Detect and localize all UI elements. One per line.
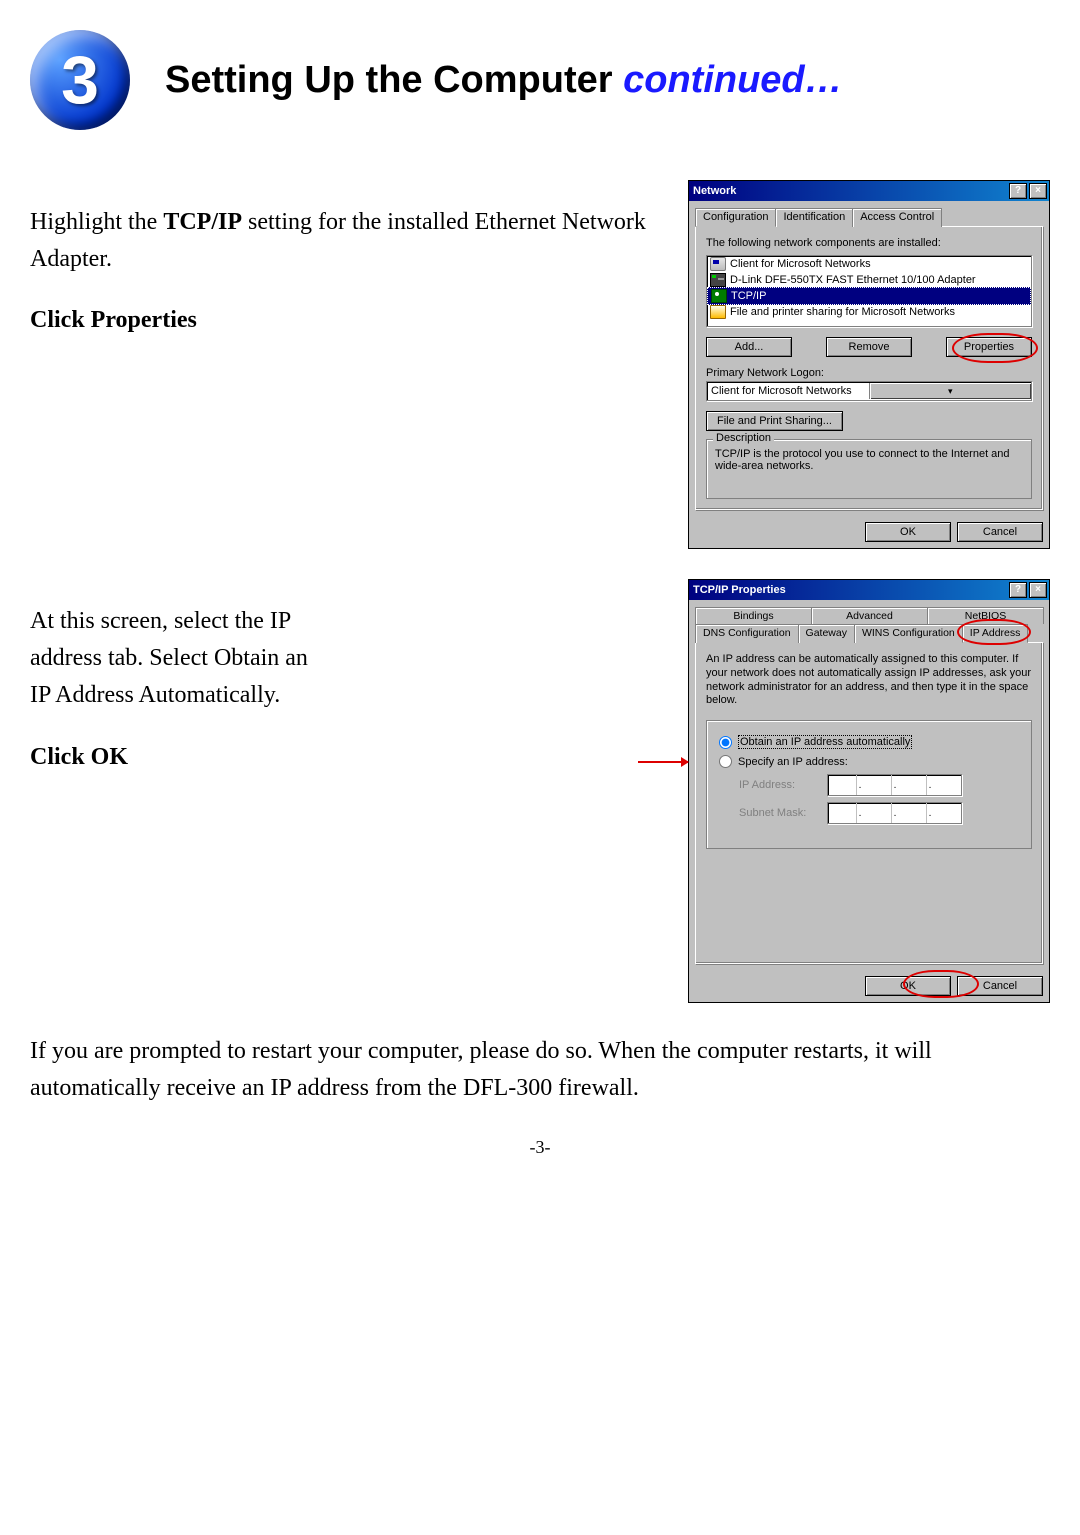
subnet-mask-field[interactable]: ... [827,802,962,824]
logon-label: Primary Network Logon: [706,367,1032,379]
radio-specify-input[interactable] [719,755,732,768]
network-titlebar: Network ? × [689,181,1049,201]
network-tabs: Configuration Identification Access Cont… [689,201,1049,226]
description-group: Description TCP/IP is the protocol you u… [706,439,1032,499]
file-print-sharing-button[interactable]: File and Print Sharing... [706,411,843,431]
instruction-text-1: Highlight the TCP/IP setting for the ins… [30,204,668,278]
red-arrow-annotation [638,761,688,763]
list-item[interactable]: Client for Microsoft Networks [707,256,1031,272]
components-label: The following network components are ins… [706,237,1032,249]
tcpip-title: TCP/IP Properties [693,584,1007,596]
components-listbox[interactable]: Client for Microsoft Networks D-Link DFE… [706,255,1032,327]
radio-auto-label: Obtain an IP address automatically [738,735,912,749]
tab-identification[interactable]: Identification [775,208,853,227]
network-title: Network [693,185,1007,197]
step-number: 3 [61,41,99,119]
component-buttons: Add... Remove Properties [706,337,1032,357]
tab-ip-address[interactable]: IP Address [962,624,1029,643]
tcpip-dialog: TCP/IP Properties ? × Bindings Advanced … [688,579,1050,1003]
tcpip-titlebar: TCP/IP Properties ? × [689,580,1049,600]
instruction-action-1: Click Properties [30,302,668,339]
cancel-button[interactable]: Cancel [957,522,1043,542]
network-dialog: Network ? × Configuration Identification… [688,180,1050,549]
instructions-2: At this screen, select the IP address ta… [30,579,688,800]
tcpip-tabs-row1: Bindings Advanced NetBIOS [689,600,1049,623]
tab-netbios[interactable]: NetBIOS [927,607,1044,624]
screenshot-1: Network ? × Configuration Identification… [688,180,1050,549]
chevron-down-icon[interactable] [869,383,1032,399]
client-icon [710,257,726,271]
subnet-mask-label: Subnet Mask: [739,807,817,819]
ip-choice-group: Obtain an IP address automatically Speci… [706,720,1032,849]
tab-configuration[interactable]: Configuration [695,208,776,227]
tcpip-dialog-buttons: OK Cancel [689,970,1049,1002]
close-icon[interactable]: × [1029,183,1047,199]
subnet-mask-row: Subnet Mask: ... [739,802,1019,824]
instructions-1: Highlight the TCP/IP setting for the ins… [30,180,688,364]
footer-text: If you are prompted to restart your comp… [30,1033,1050,1107]
ip-address-field[interactable]: ... [827,774,962,796]
ip-description: An IP address can be automatically assig… [706,653,1032,708]
tcpip-tabpage: An IP address can be automatically assig… [695,642,1043,964]
radio-auto-input[interactable] [719,736,732,749]
list-item[interactable]: File and printer sharing for Microsoft N… [707,304,1031,320]
section-1: Highlight the TCP/IP setting for the ins… [30,180,1050,549]
logon-combo[interactable]: Client for Microsoft Networks [706,381,1032,401]
instruction-action-2: Click OK [30,739,668,776]
radio-obtain-auto[interactable]: Obtain an IP address automatically [719,735,1019,749]
step-number-badge: 3 [30,30,130,130]
network-tabpage: The following network components are ins… [695,226,1043,510]
tcpip-tabs-row2: DNS Configuration Gateway WINS Configura… [689,623,1049,642]
ok-button[interactable]: OK [865,976,951,996]
remove-button[interactable]: Remove [826,337,912,357]
page-header: 3 Setting Up the Computer continued… [30,30,1050,130]
protocol-icon [711,289,727,303]
network-dialog-buttons: OK Cancel [689,516,1049,548]
tab-access-control[interactable]: Access Control [852,208,942,227]
close-icon[interactable]: × [1029,582,1047,598]
tab-bindings[interactable]: Bindings [695,607,812,624]
instruction-text-2: At this screen, select the IP address ta… [30,603,310,715]
radio-specify-label: Specify an IP address: [738,756,848,768]
share-icon [710,305,726,319]
list-item[interactable]: D-Link DFE-550TX FAST Ethernet 10/100 Ad… [707,272,1031,288]
tab-dns[interactable]: DNS Configuration [695,624,799,643]
cancel-button[interactable]: Cancel [957,976,1043,996]
add-button[interactable]: Add... [706,337,792,357]
list-item-selected[interactable]: TCP/IP [707,287,1031,305]
tab-wins[interactable]: WINS Configuration [854,624,963,643]
page-number: -3- [30,1137,1050,1158]
help-icon[interactable]: ? [1009,183,1027,199]
screenshot-2: TCP/IP Properties ? × Bindings Advanced … [688,579,1050,1003]
logon-value: Client for Microsoft Networks [707,385,869,397]
ip-address-label: IP Address: [739,779,817,791]
description-text: TCP/IP is the protocol you use to connec… [715,448,1023,490]
tab-gateway[interactable]: Gateway [798,624,855,643]
radio-specify[interactable]: Specify an IP address: [719,755,1019,768]
nic-icon [710,273,726,287]
help-icon[interactable]: ? [1009,582,1027,598]
description-title: Description [713,432,774,444]
tab-advanced[interactable]: Advanced [811,607,928,624]
ok-button[interactable]: OK [865,522,951,542]
ip-address-row: IP Address: ... [739,774,1019,796]
properties-button[interactable]: Properties [946,337,1032,357]
page-title: Setting Up the Computer continued… [165,59,843,102]
section-2: At this screen, select the IP address ta… [30,579,1050,1003]
